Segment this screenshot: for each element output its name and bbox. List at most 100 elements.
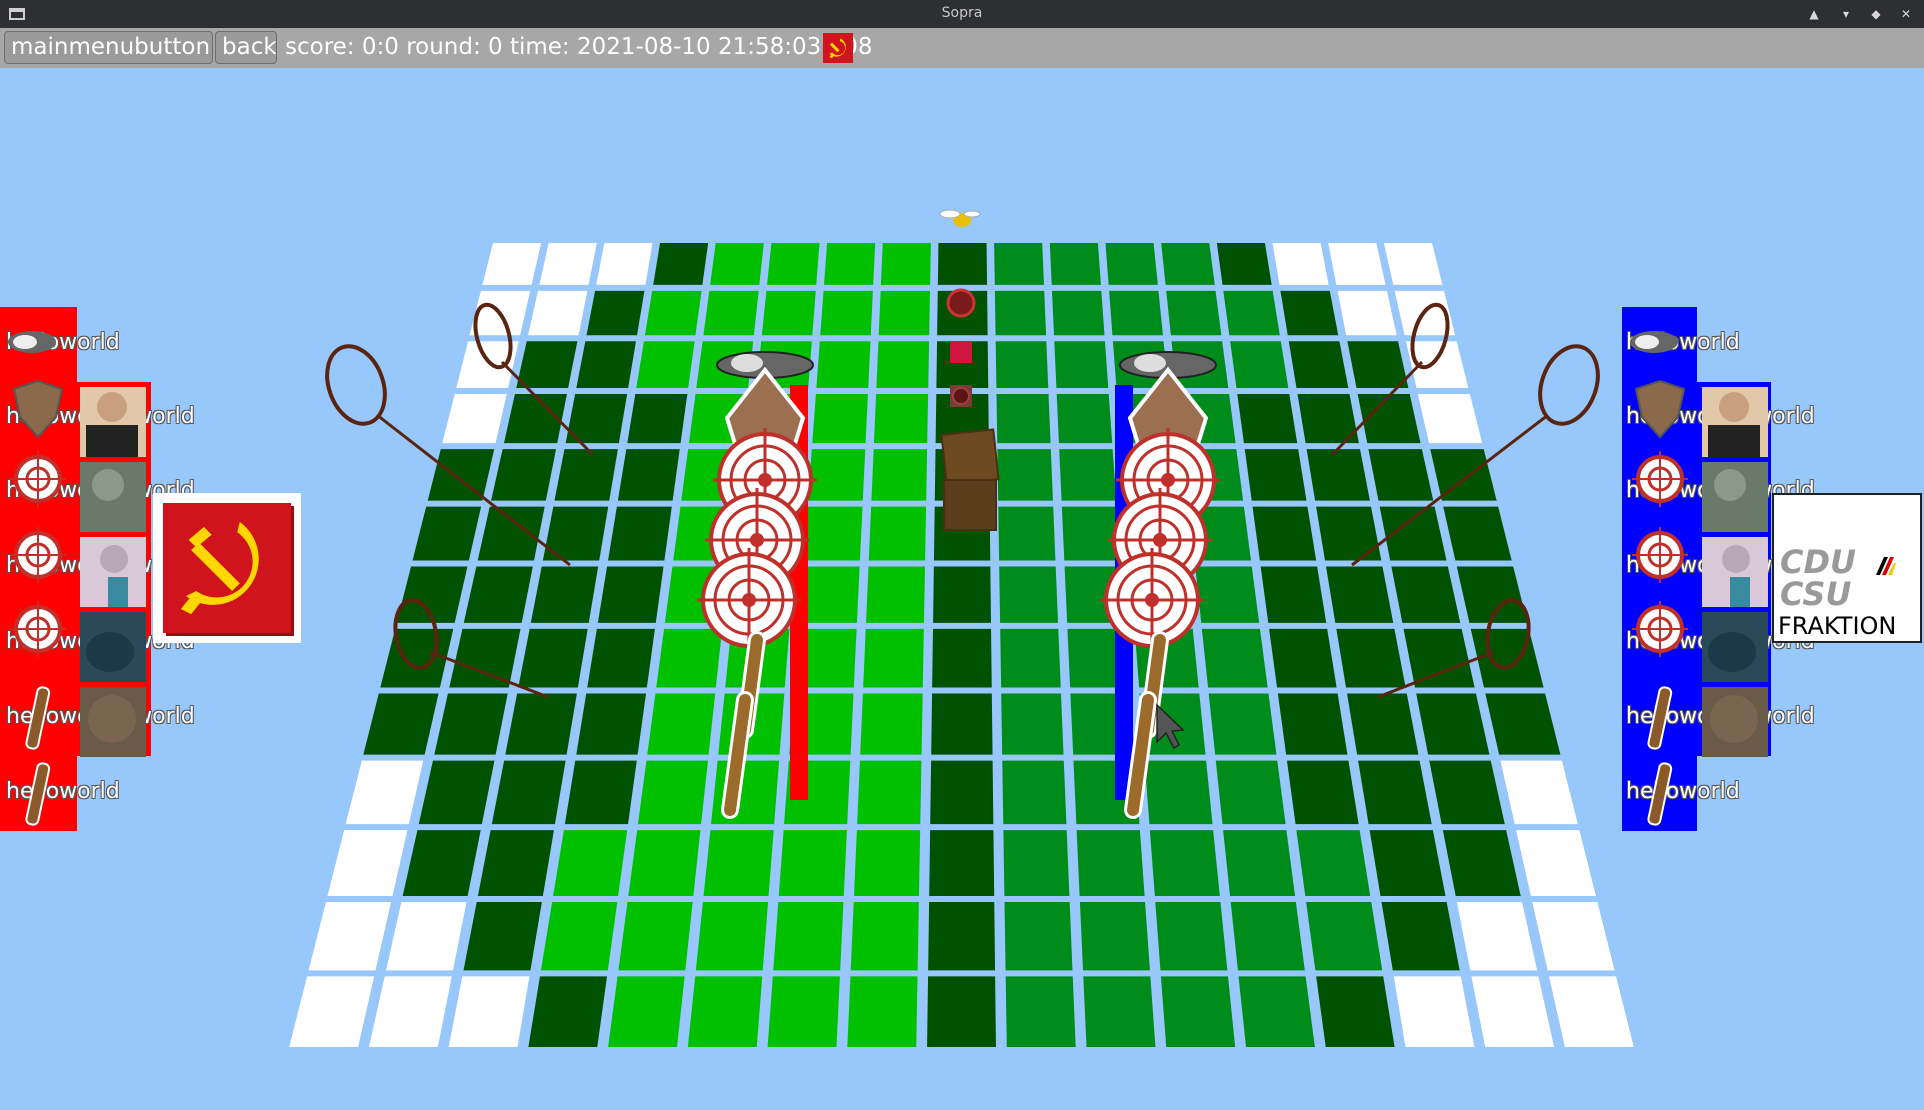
- field-cell[interactable]: [442, 393, 507, 444]
- field-cell[interactable]: [850, 902, 919, 971]
- field-cell[interactable]: [1286, 760, 1359, 825]
- field-cell[interactable]: [528, 976, 608, 1047]
- field-cell[interactable]: [540, 902, 618, 971]
- field-cell[interactable]: [608, 976, 685, 1047]
- field-cell[interactable]: [1059, 449, 1117, 501]
- field-cell[interactable]: [880, 243, 931, 285]
- field-cell[interactable]: [1244, 449, 1307, 501]
- field-cell[interactable]: [289, 976, 375, 1047]
- field-cell[interactable]: [853, 830, 921, 897]
- field-cell[interactable]: [999, 566, 1059, 623]
- field-cell[interactable]: [1381, 902, 1460, 971]
- field-cell[interactable]: [808, 449, 866, 501]
- field-cell[interactable]: [798, 566, 860, 623]
- field-cell[interactable]: [1316, 976, 1395, 1047]
- field-cell[interactable]: [647, 693, 716, 755]
- field-cell[interactable]: [1358, 760, 1432, 825]
- field-cell[interactable]: [477, 830, 554, 897]
- field-cell[interactable]: [1223, 290, 1280, 336]
- field-cell[interactable]: [1003, 830, 1070, 897]
- field-cell[interactable]: [434, 693, 508, 755]
- field-cell[interactable]: [863, 628, 924, 688]
- field-cell[interactable]: [767, 976, 840, 1047]
- field-cell[interactable]: [1002, 760, 1067, 825]
- field-cell[interactable]: [1061, 506, 1121, 561]
- field-cell[interactable]: [1471, 976, 1555, 1047]
- field-cell[interactable]: [998, 506, 1056, 561]
- field-cell[interactable]: [773, 902, 844, 971]
- field-cell[interactable]: [518, 628, 588, 688]
- field-cell[interactable]: [597, 566, 664, 623]
- field-cell[interactable]: [857, 760, 922, 825]
- field-cell[interactable]: [564, 760, 637, 825]
- field-cell[interactable]: [449, 628, 521, 688]
- field-cell[interactable]: [710, 243, 764, 285]
- field-cell[interactable]: [1383, 243, 1443, 285]
- field-cell[interactable]: [653, 243, 709, 285]
- field-cell[interactable]: [860, 693, 923, 755]
- field-cell[interactable]: [386, 902, 467, 971]
- field-cell[interactable]: [930, 760, 994, 825]
- field-cell[interactable]: [878, 290, 930, 336]
- field-cell[interactable]: [345, 760, 424, 825]
- field-cell[interactable]: [761, 290, 816, 336]
- field-cell[interactable]: [482, 243, 542, 285]
- field-cell[interactable]: [628, 830, 701, 897]
- field-cell[interactable]: [1532, 902, 1615, 971]
- field-cell[interactable]: [1269, 628, 1337, 688]
- field-cell[interactable]: [1149, 830, 1220, 897]
- field-cell[interactable]: [586, 290, 645, 336]
- field-cell[interactable]: [463, 566, 533, 623]
- field-cell[interactable]: [644, 290, 702, 336]
- field-cell[interactable]: [554, 449, 618, 501]
- field-cell[interactable]: [1109, 290, 1163, 336]
- field-cell[interactable]: [997, 449, 1053, 501]
- quaffle-icon[interactable]: [950, 341, 972, 363]
- field-cell[interactable]: [1306, 449, 1370, 501]
- field-cell[interactable]: [927, 976, 996, 1047]
- field-cell[interactable]: [994, 290, 1047, 336]
- field-cell[interactable]: [596, 243, 653, 285]
- field-cell[interactable]: [1326, 566, 1394, 623]
- field-cell[interactable]: [363, 693, 439, 755]
- field-cell[interactable]: [418, 760, 495, 825]
- field-cell[interactable]: [553, 830, 628, 897]
- field-cell[interactable]: [505, 693, 577, 755]
- bludger-icon[interactable]: [946, 288, 976, 318]
- field-cell[interactable]: [1430, 449, 1497, 501]
- field-cell[interactable]: [994, 243, 1044, 285]
- field-cell[interactable]: [931, 693, 993, 755]
- field-cell[interactable]: [1272, 243, 1329, 285]
- field-cell[interactable]: [1260, 566, 1327, 623]
- field-cell[interactable]: [1166, 290, 1222, 336]
- field-cell[interactable]: [491, 449, 557, 501]
- field-cell[interactable]: [1056, 393, 1113, 444]
- bludger-icon[interactable]: [950, 385, 972, 407]
- field-cell[interactable]: [637, 760, 708, 825]
- field-cell[interactable]: [1049, 243, 1101, 285]
- field-cell[interactable]: [995, 341, 1049, 388]
- field-cell[interactable]: [1160, 976, 1236, 1047]
- field-cell[interactable]: [1442, 830, 1521, 897]
- field-cell[interactable]: [695, 902, 769, 971]
- field-cell[interactable]: [1223, 830, 1296, 897]
- field-cell[interactable]: [608, 506, 672, 561]
- field-cell[interactable]: [368, 976, 452, 1047]
- field-cell[interactable]: [1144, 760, 1213, 825]
- field-cell[interactable]: [491, 760, 566, 825]
- field-cell[interactable]: [412, 506, 482, 561]
- field-cell[interactable]: [703, 290, 759, 336]
- field-cell[interactable]: [1456, 902, 1538, 971]
- field-cell[interactable]: [1216, 243, 1272, 285]
- field-cell[interactable]: [876, 341, 930, 388]
- field-cell[interactable]: [1105, 243, 1158, 285]
- field-cell[interactable]: [1393, 976, 1475, 1047]
- field-cell[interactable]: [1161, 243, 1215, 285]
- field-cell[interactable]: [1195, 566, 1260, 623]
- field-cell[interactable]: [1336, 628, 1406, 688]
- field-cell[interactable]: [996, 393, 1051, 444]
- field-cell[interactable]: [1004, 902, 1073, 971]
- field-cell[interactable]: [820, 290, 873, 336]
- field-cell[interactable]: [1215, 760, 1286, 825]
- field-cell[interactable]: [1369, 830, 1446, 897]
